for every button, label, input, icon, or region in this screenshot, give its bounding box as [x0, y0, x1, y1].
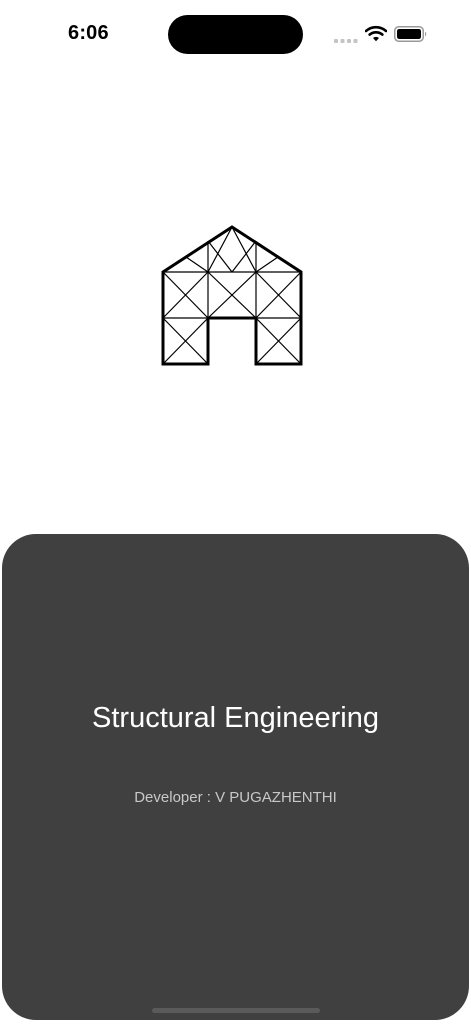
bottom-sheet: Structural Engineering Developer : V PUG…	[2, 534, 469, 1020]
home-indicator[interactable]	[152, 1008, 320, 1013]
developer-credit: Developer : V PUGAZHENTHI	[134, 789, 337, 806]
status-bar: 6:06	[0, 0, 471, 60]
status-time: 6:06	[68, 22, 109, 44]
dynamic-island	[168, 15, 303, 54]
cellular-signal-icon	[334, 39, 358, 43]
battery-icon	[394, 26, 427, 42]
app-title: Structural Engineering	[92, 702, 379, 734]
wifi-icon	[365, 25, 387, 42]
truss-house-icon	[161, 225, 303, 366]
